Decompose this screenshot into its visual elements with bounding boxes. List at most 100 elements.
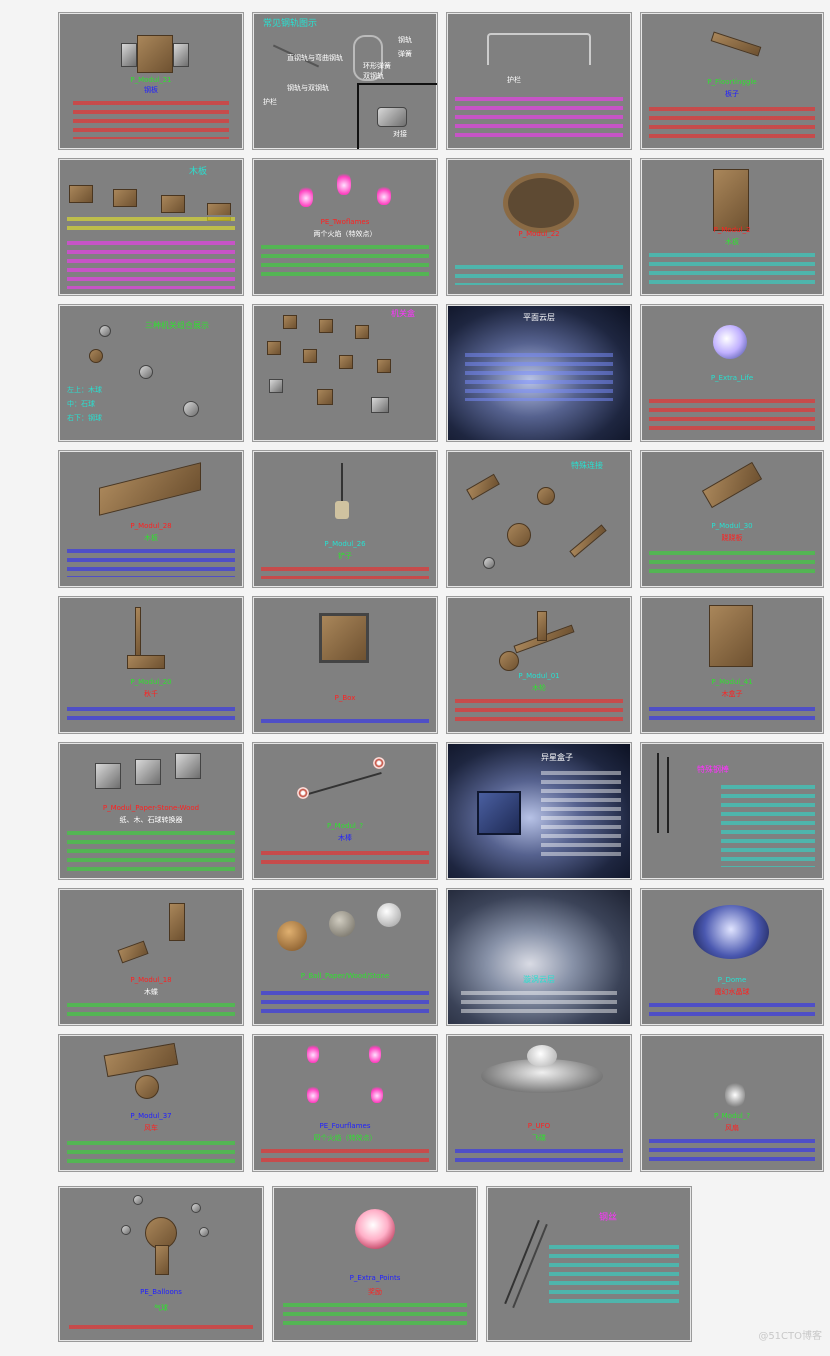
rail-label-8: 对接: [393, 130, 407, 138]
tile-modul-21[interactable]: P_Modul_21 钢板: [58, 12, 244, 150]
tile-fourflames[interactable]: PE_Fourflames 四个火焰（特效点）: [252, 1034, 438, 1172]
description-text: [455, 697, 623, 725]
tile-modul-28[interactable]: P_Modul_28 木板: [58, 450, 244, 588]
description-text: [455, 263, 623, 285]
flame-effect-4: [371, 1085, 383, 1103]
board-model-2: [113, 189, 137, 207]
description-text: [67, 547, 235, 577]
model-subtitle: 纸、木、石球转换器: [119, 816, 183, 824]
tile-title: 机关盒: [391, 309, 415, 318]
description-text: [721, 783, 815, 867]
description-text: [261, 243, 429, 279]
tile-special-steel-rod[interactable]: 特殊钢棒: [640, 742, 824, 880]
description-text: [455, 95, 623, 139]
rail-label-4: 双钢轨: [363, 72, 384, 80]
description-text: [261, 989, 429, 1015]
description-text: [69, 1323, 253, 1333]
steel-rod-2: [667, 757, 669, 833]
tile-mechanism-boxes[interactable]: 机关盒: [252, 304, 438, 442]
box-model-8: [269, 379, 283, 393]
balloon-2: [191, 1203, 201, 1213]
description-text: [649, 1001, 815, 1017]
balloon-3: [121, 1225, 131, 1235]
tile-modul-18[interactable]: P_Modul_18 木蝶: [58, 888, 244, 1026]
tile-modul-22[interactable]: P_Modul_22: [446, 158, 632, 296]
paper-ball: [377, 903, 401, 927]
joint-model-5: [483, 557, 495, 569]
shovel-model: [335, 501, 349, 519]
joint-model-2: [537, 487, 555, 505]
tile-extra-points[interactable]: P_Extra_Points 奖励: [272, 1186, 478, 1342]
tile-paper-stone-wood[interactable]: P_Modul_Paper-Stone-Wood 纸、木、石球转换器: [58, 742, 244, 880]
tile-boards[interactable]: 木板: [58, 158, 244, 296]
tile-title: 常见钢轨图示: [263, 19, 318, 29]
description-text: [67, 1001, 235, 1017]
legend-middle: 中：石球: [67, 400, 95, 408]
description-text: [283, 1301, 467, 1325]
flame-effect-1: [299, 185, 313, 207]
tile-floortinggle[interactable]: P_Floortinggle 板子: [640, 12, 824, 150]
tile-balloons[interactable]: PE_Balloons 气球: [58, 1186, 264, 1342]
model-subtitle: 木板: [144, 534, 158, 542]
description-text: [649, 105, 815, 141]
joint-model: [377, 107, 407, 127]
wheel-cage-model: [503, 173, 579, 233]
model-subtitle: 秋千: [144, 690, 158, 698]
guardrail-model: [487, 33, 591, 65]
tile-balls[interactable]: P_Ball_Paper/Wood/Stone: [252, 888, 438, 1026]
model-name: P_Modul_26: [324, 540, 366, 548]
flame-effect-2: [337, 171, 351, 195]
model-name: P_UFO: [527, 1122, 551, 1130]
converter-model-2: [135, 759, 161, 785]
tile-title: 钢丝: [599, 1213, 618, 1223]
wheel-model: [499, 651, 519, 671]
flame-effect-2: [369, 1043, 381, 1063]
tile-vortex-cloud[interactable]: 漩涡云层: [446, 888, 632, 1026]
model-name: P_Dome: [717, 976, 747, 984]
tile-modul-30[interactable]: P_Modul_30 跷跷板: [640, 450, 824, 588]
model-subtitle: 飞碟: [532, 1134, 546, 1142]
tile-flat-cloud[interactable]: 平面云层: [446, 304, 632, 442]
description-text: [461, 989, 617, 1017]
model-name: P_Modul_?: [326, 822, 364, 830]
model-name: P_Modul_41: [711, 678, 753, 686]
steel-plate-right-clamp: [173, 43, 189, 67]
tile-wooden-stick[interactable]: P_Modul_? 木棒: [252, 742, 438, 880]
target-end-right: [373, 757, 385, 769]
box-model-4: [267, 341, 281, 355]
model-name: P_Modul_28: [130, 522, 172, 530]
tile-steel-wire[interactable]: 钢丝: [486, 1186, 692, 1342]
tile-twoflames[interactable]: PE_Twoflames 两个火焰（特效点）: [252, 158, 438, 296]
model-name: PE_Balloons: [140, 1288, 182, 1296]
windmill-sign: [103, 1042, 179, 1078]
tile-box[interactable]: P_Box: [252, 596, 438, 734]
tile-modul-2[interactable]: P_Modul_2 木板: [640, 158, 824, 296]
tile-extra-life[interactable]: P_Extra_Life: [640, 304, 824, 442]
target-end-left: [297, 787, 309, 799]
tile-special-joints[interactable]: 特殊连接: [446, 450, 632, 588]
tile-ufo[interactable]: P_UFO 飞碟: [446, 1034, 632, 1172]
tile-modul-01[interactable]: P_Modul_01 木轮: [446, 596, 632, 734]
tile-alien-box[interactable]: 异星盒子: [446, 742, 632, 880]
box-model-10: [371, 397, 389, 413]
box-model-7: [377, 359, 391, 373]
tile-guardrail[interactable]: 护栏: [446, 12, 632, 150]
model-name: P_Modul_20: [130, 678, 172, 686]
box-model-2: [319, 319, 333, 333]
model-name: P_Modul_Paper-Stone-Wood: [102, 804, 200, 812]
model-subtitle: 铲子: [338, 552, 352, 560]
box-model-6: [339, 355, 353, 369]
steel-plate-left-clamp: [121, 43, 137, 67]
tile-title: 平面云层: [523, 313, 555, 322]
converter-model-1: [95, 763, 121, 789]
tile-fan[interactable]: P_Modul_? 风扇: [640, 1034, 824, 1172]
tile-three-mechanisms[interactable]: 三种机关组合展示 左上：木球 中：石球 右下：钢球: [58, 304, 244, 442]
description-text: [261, 849, 429, 869]
tile-dome[interactable]: P_Dome 魔幻水晶球: [640, 888, 824, 1026]
tile-modul-26[interactable]: P_Modul_26 铲子: [252, 450, 438, 588]
tile-rails[interactable]: 常见钢轨图示 直钢轨与弯曲钢轨 钢轨 弹簧 双钢轨 环形弹簧 护栏 钢轨与双钢轨…: [252, 12, 438, 150]
tile-modul-41[interactable]: P_Modul_41 木盒子: [640, 596, 824, 734]
tile-modul-20[interactable]: P_Modul_20 秋千: [58, 596, 244, 734]
tile-modul-37[interactable]: P_Modul_37 风车: [58, 1034, 244, 1172]
model-subtitle: 跷跷板: [721, 534, 743, 542]
